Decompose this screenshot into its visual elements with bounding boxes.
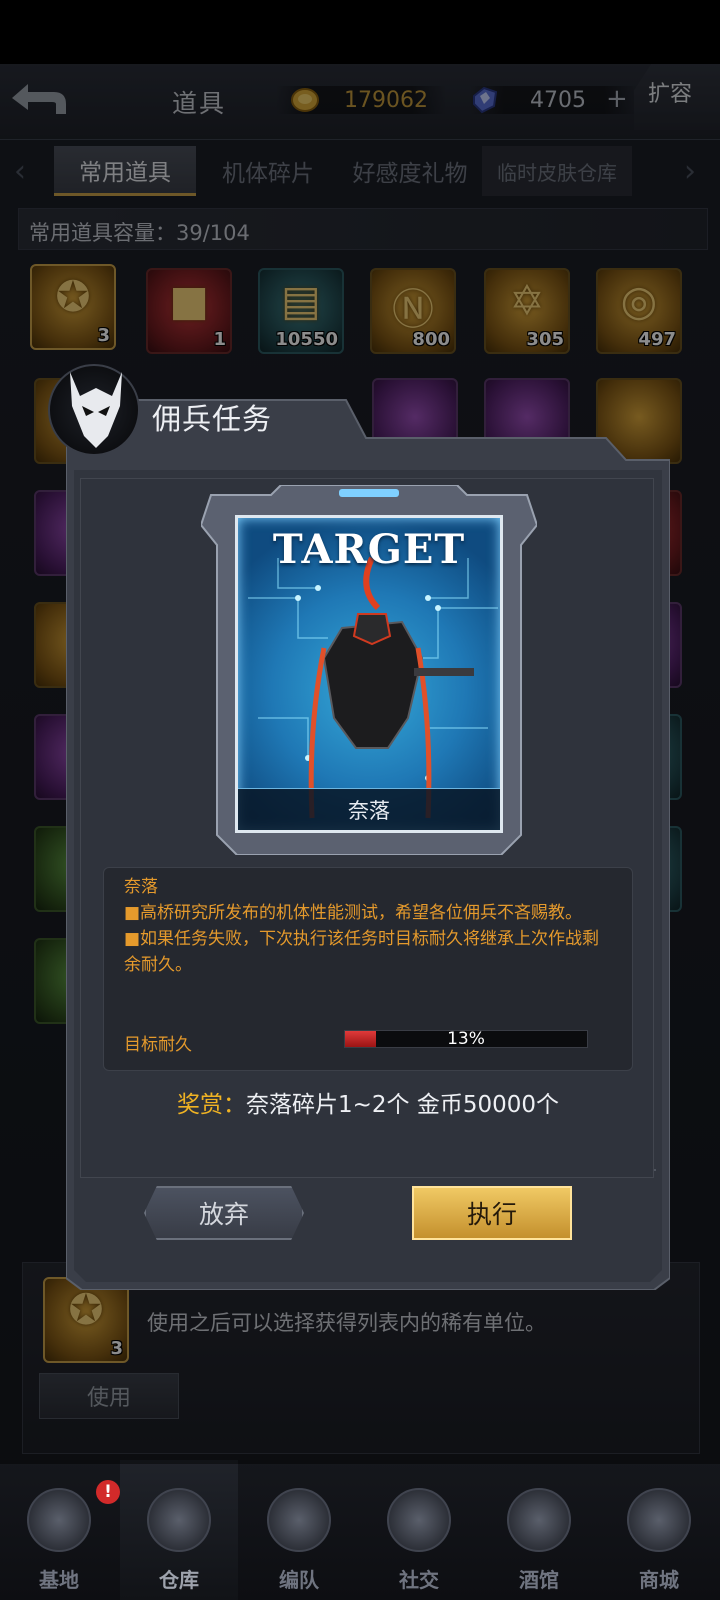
target-heading: TARGET xyxy=(272,526,466,573)
reward-label: 奖赏： xyxy=(176,1092,246,1118)
abandon-button[interactable]: 放弃 xyxy=(144,1186,304,1240)
nav-warehouse[interactable]: 仓库 xyxy=(120,1460,238,1600)
nav-label: 商城 xyxy=(639,1568,679,1592)
nav-social[interactable]: 社交 xyxy=(360,1460,478,1600)
warehouse-icon xyxy=(147,1488,211,1552)
nav-label: 基地 xyxy=(39,1568,79,1592)
mercenary-emblem-icon xyxy=(48,364,140,456)
mission-description-line: ■高桥研究所发布的机体性能测试，希望各位佣兵不吝赐教。 xyxy=(124,903,583,923)
shop-icon xyxy=(627,1488,691,1552)
helmet-icon xyxy=(267,1488,331,1552)
execute-button[interactable]: 执行 xyxy=(412,1186,572,1240)
tavern-icon xyxy=(507,1488,571,1552)
robot-figure xyxy=(308,556,474,819)
target-card: TARGET 奈落 xyxy=(201,485,537,855)
nav-tavern[interactable]: 酒馆 xyxy=(480,1460,598,1600)
nav-label: 编队 xyxy=(279,1568,319,1592)
reward-line: 奖赏：奈落碎片1~2个 金币50000个 xyxy=(81,1085,655,1119)
target-name: 奈落 xyxy=(238,788,500,830)
target-portrait: TARGET 奈落 xyxy=(235,515,503,833)
mission-target-name: 奈落 xyxy=(124,877,158,897)
mission-description-line: ■如果任务失败，下次执行该任务时目标耐久将继承上次作战剩余耐久。 xyxy=(124,929,600,975)
nav-label: 社交 xyxy=(399,1568,439,1592)
dialog-body: TARGET 奈落 奈落 ■高桥研究所发布的机体性能测试，希望各位佣兵不吝赐教。… xyxy=(80,478,654,1178)
dialog-title: 佣兵任务 xyxy=(152,402,273,436)
nav-shop[interactable]: 商城 xyxy=(600,1460,718,1600)
nav-label: 酒馆 xyxy=(519,1568,559,1592)
nav-formation[interactable]: 编队 xyxy=(240,1460,358,1600)
nav-base[interactable]: 基地 ! xyxy=(0,1460,120,1600)
durability-bar: 13% xyxy=(344,1029,588,1049)
mercenary-mission-dialog: 佣兵任务 TARGET 奈落 奈落 ■高桥研究所发布的机体性能测试，希望各位佣兵… xyxy=(48,364,670,1290)
mission-info-box: 奈落 ■高桥研究所发布的机体性能测试，希望各位佣兵不吝赐教。 ■如果任务失败，下… xyxy=(103,867,633,1071)
handshake-icon xyxy=(387,1488,451,1552)
durability-row: 目标耐久 13% xyxy=(124,1028,594,1055)
base-icon xyxy=(27,1488,91,1552)
bottom-nav: 基地 ! 仓库 编队 社交 酒馆 商城 xyxy=(0,1460,720,1600)
notification-badge: ! xyxy=(96,1480,120,1504)
durability-label: 目标耐久 xyxy=(124,1035,192,1055)
reward-text: 奈落碎片1~2个 金币50000个 xyxy=(245,1092,559,1118)
durability-percent: 13% xyxy=(447,1029,485,1049)
status-bar-area xyxy=(0,0,720,64)
nav-label: 仓库 xyxy=(159,1568,199,1592)
